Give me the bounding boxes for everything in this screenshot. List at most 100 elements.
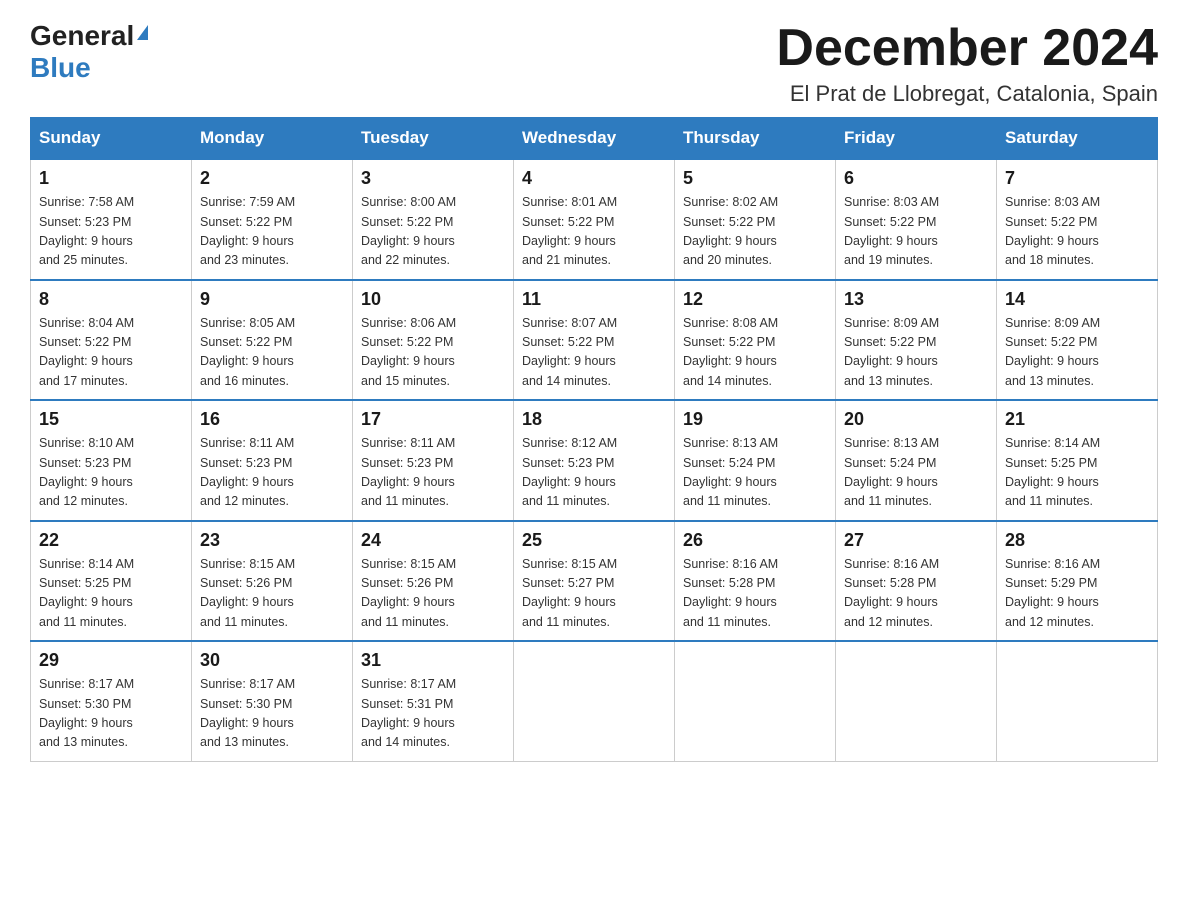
day-info: Sunrise: 8:07 AMSunset: 5:22 PMDaylight:…: [522, 314, 666, 392]
calendar-header-friday: Friday: [836, 118, 997, 160]
day-info: Sunrise: 8:11 AMSunset: 5:23 PMDaylight:…: [200, 434, 344, 512]
day-info: Sunrise: 8:02 AMSunset: 5:22 PMDaylight:…: [683, 193, 827, 271]
day-number: 25: [522, 530, 666, 551]
calendar-week-row: 15 Sunrise: 8:10 AMSunset: 5:23 PMDayligh…: [31, 400, 1158, 521]
calendar-header-saturday: Saturday: [997, 118, 1158, 160]
calendar-cell: [997, 641, 1158, 761]
day-number: 30: [200, 650, 344, 671]
day-info: Sunrise: 8:10 AMSunset: 5:23 PMDaylight:…: [39, 434, 183, 512]
logo-blue-text: Blue: [30, 52, 91, 84]
calendar-header-thursday: Thursday: [675, 118, 836, 160]
calendar-cell: 1 Sunrise: 7:58 AMSunset: 5:23 PMDaylight…: [31, 159, 192, 280]
day-number: 12: [683, 289, 827, 310]
calendar-week-row: 29 Sunrise: 8:17 AMSunset: 5:30 PMDayligh…: [31, 641, 1158, 761]
calendar-cell: 31 Sunrise: 8:17 AMSunset: 5:31 PMDayligh…: [353, 641, 514, 761]
calendar-cell: [675, 641, 836, 761]
calendar-cell: 12 Sunrise: 8:08 AMSunset: 5:22 PMDayligh…: [675, 280, 836, 401]
day-number: 29: [39, 650, 183, 671]
day-info: Sunrise: 8:03 AMSunset: 5:22 PMDaylight:…: [1005, 193, 1149, 271]
day-number: 28: [1005, 530, 1149, 551]
day-number: 16: [200, 409, 344, 430]
day-info: Sunrise: 8:09 AMSunset: 5:22 PMDaylight:…: [844, 314, 988, 392]
logo: General Blue: [30, 20, 148, 84]
day-number: 31: [361, 650, 505, 671]
day-number: 27: [844, 530, 988, 551]
calendar-cell: 10 Sunrise: 8:06 AMSunset: 5:22 PMDayligh…: [353, 280, 514, 401]
day-number: 23: [200, 530, 344, 551]
day-info: Sunrise: 8:17 AMSunset: 5:30 PMDaylight:…: [39, 675, 183, 753]
day-number: 15: [39, 409, 183, 430]
day-number: 19: [683, 409, 827, 430]
calendar-cell: [836, 641, 997, 761]
day-info: Sunrise: 8:16 AMSunset: 5:28 PMDaylight:…: [844, 555, 988, 633]
calendar-cell: 20Sunrise: 8:13 AMSunset: 5:24 PMDayligh…: [836, 400, 997, 521]
day-info: Sunrise: 8:12 AMSunset: 5:23 PMDaylight:…: [522, 434, 666, 512]
calendar-cell: 6Sunrise: 8:03 AMSunset: 5:22 PMDaylight…: [836, 159, 997, 280]
day-number: 13: [844, 289, 988, 310]
page-header: General Blue December 2024 El Prat de Ll…: [30, 20, 1158, 107]
day-info: Sunrise: 8:05 AMSunset: 5:22 PMDaylight:…: [200, 314, 344, 392]
calendar-cell: 4 Sunrise: 8:01 AMSunset: 5:22 PMDaylight…: [514, 159, 675, 280]
calendar-cell: 25 Sunrise: 8:15 AMSunset: 5:27 PMDayligh…: [514, 521, 675, 642]
day-info: Sunrise: 7:59 AMSunset: 5:22 PMDaylight:…: [200, 193, 344, 271]
day-info: Sunrise: 8:11 AMSunset: 5:23 PMDaylight:…: [361, 434, 505, 512]
calendar-cell: 29 Sunrise: 8:17 AMSunset: 5:30 PMDayligh…: [31, 641, 192, 761]
day-number: 10: [361, 289, 505, 310]
day-info: Sunrise: 8:15 AMSunset: 5:26 PMDaylight:…: [361, 555, 505, 633]
calendar-cell: 18 Sunrise: 8:12 AMSunset: 5:23 PMDayligh…: [514, 400, 675, 521]
day-number: 7: [1005, 168, 1149, 189]
calendar-cell: 17Sunrise: 8:11 AMSunset: 5:23 PMDayligh…: [353, 400, 514, 521]
logo-arrow-icon: [137, 25, 148, 40]
calendar-header-row: SundayMondayTuesdayWednesdayThursdayFrid…: [31, 118, 1158, 160]
day-info: Sunrise: 8:14 AMSunset: 5:25 PMDaylight:…: [1005, 434, 1149, 512]
calendar-cell: 9 Sunrise: 8:05 AMSunset: 5:22 PMDaylight…: [192, 280, 353, 401]
calendar-cell: 27 Sunrise: 8:16 AMSunset: 5:28 PMDayligh…: [836, 521, 997, 642]
day-info: Sunrise: 8:01 AMSunset: 5:22 PMDaylight:…: [522, 193, 666, 271]
day-number: 9: [200, 289, 344, 310]
day-info: Sunrise: 8:13 AMSunset: 5:24 PMDaylight:…: [844, 434, 988, 512]
day-number: 21: [1005, 409, 1149, 430]
location-title: El Prat de Llobregat, Catalonia, Spain: [776, 81, 1158, 107]
calendar-cell: 11 Sunrise: 8:07 AMSunset: 5:22 PMDayligh…: [514, 280, 675, 401]
day-info: Sunrise: 7:58 AMSunset: 5:23 PMDaylight:…: [39, 193, 183, 271]
day-info: Sunrise: 8:06 AMSunset: 5:22 PMDaylight:…: [361, 314, 505, 392]
calendar-cell: [514, 641, 675, 761]
day-info: Sunrise: 8:15 AMSunset: 5:26 PMDaylight:…: [200, 555, 344, 633]
calendar-cell: 16 Sunrise: 8:11 AMSunset: 5:23 PMDayligh…: [192, 400, 353, 521]
calendar-cell: 8Sunrise: 8:04 AMSunset: 5:22 PMDaylight…: [31, 280, 192, 401]
calendar-week-row: 22Sunrise: 8:14 AMSunset: 5:25 PMDayligh…: [31, 521, 1158, 642]
day-info: Sunrise: 8:15 AMSunset: 5:27 PMDaylight:…: [522, 555, 666, 633]
day-number: 18: [522, 409, 666, 430]
calendar-week-row: 1 Sunrise: 7:58 AMSunset: 5:23 PMDaylight…: [31, 159, 1158, 280]
calendar-cell: 22Sunrise: 8:14 AMSunset: 5:25 PMDayligh…: [31, 521, 192, 642]
calendar-cell: 14Sunrise: 8:09 AMSunset: 5:22 PMDayligh…: [997, 280, 1158, 401]
day-number: 8: [39, 289, 183, 310]
day-number: 24: [361, 530, 505, 551]
calendar-cell: 30Sunrise: 8:17 AMSunset: 5:30 PMDayligh…: [192, 641, 353, 761]
day-info: Sunrise: 8:17 AMSunset: 5:31 PMDaylight:…: [361, 675, 505, 753]
day-number: 26: [683, 530, 827, 551]
day-number: 2: [200, 168, 344, 189]
calendar-cell: 26 Sunrise: 8:16 AMSunset: 5:28 PMDayligh…: [675, 521, 836, 642]
day-number: 3: [361, 168, 505, 189]
calendar-header-tuesday: Tuesday: [353, 118, 514, 160]
day-info: Sunrise: 8:03 AMSunset: 5:22 PMDaylight:…: [844, 193, 988, 271]
day-number: 4: [522, 168, 666, 189]
calendar-cell: 7 Sunrise: 8:03 AMSunset: 5:22 PMDaylight…: [997, 159, 1158, 280]
calendar-cell: 23 Sunrise: 8:15 AMSunset: 5:26 PMDayligh…: [192, 521, 353, 642]
day-number: 11: [522, 289, 666, 310]
day-number: 1: [39, 168, 183, 189]
day-info: Sunrise: 8:13 AMSunset: 5:24 PMDaylight:…: [683, 434, 827, 512]
month-title: December 2024: [776, 20, 1158, 77]
calendar-week-row: 8Sunrise: 8:04 AMSunset: 5:22 PMDaylight…: [31, 280, 1158, 401]
calendar-cell: 2 Sunrise: 7:59 AMSunset: 5:22 PMDaylight…: [192, 159, 353, 280]
day-info: Sunrise: 8:14 AMSunset: 5:25 PMDaylight:…: [39, 555, 183, 633]
calendar-cell: 5 Sunrise: 8:02 AMSunset: 5:22 PMDaylight…: [675, 159, 836, 280]
calendar-header-monday: Monday: [192, 118, 353, 160]
day-number: 5: [683, 168, 827, 189]
calendar-cell: 13 Sunrise: 8:09 AMSunset: 5:22 PMDayligh…: [836, 280, 997, 401]
day-info: Sunrise: 8:08 AMSunset: 5:22 PMDaylight:…: [683, 314, 827, 392]
day-info: Sunrise: 8:16 AMSunset: 5:28 PMDaylight:…: [683, 555, 827, 633]
calendar-cell: 19 Sunrise: 8:13 AMSunset: 5:24 PMDayligh…: [675, 400, 836, 521]
calendar-cell: 24 Sunrise: 8:15 AMSunset: 5:26 PMDayligh…: [353, 521, 514, 642]
